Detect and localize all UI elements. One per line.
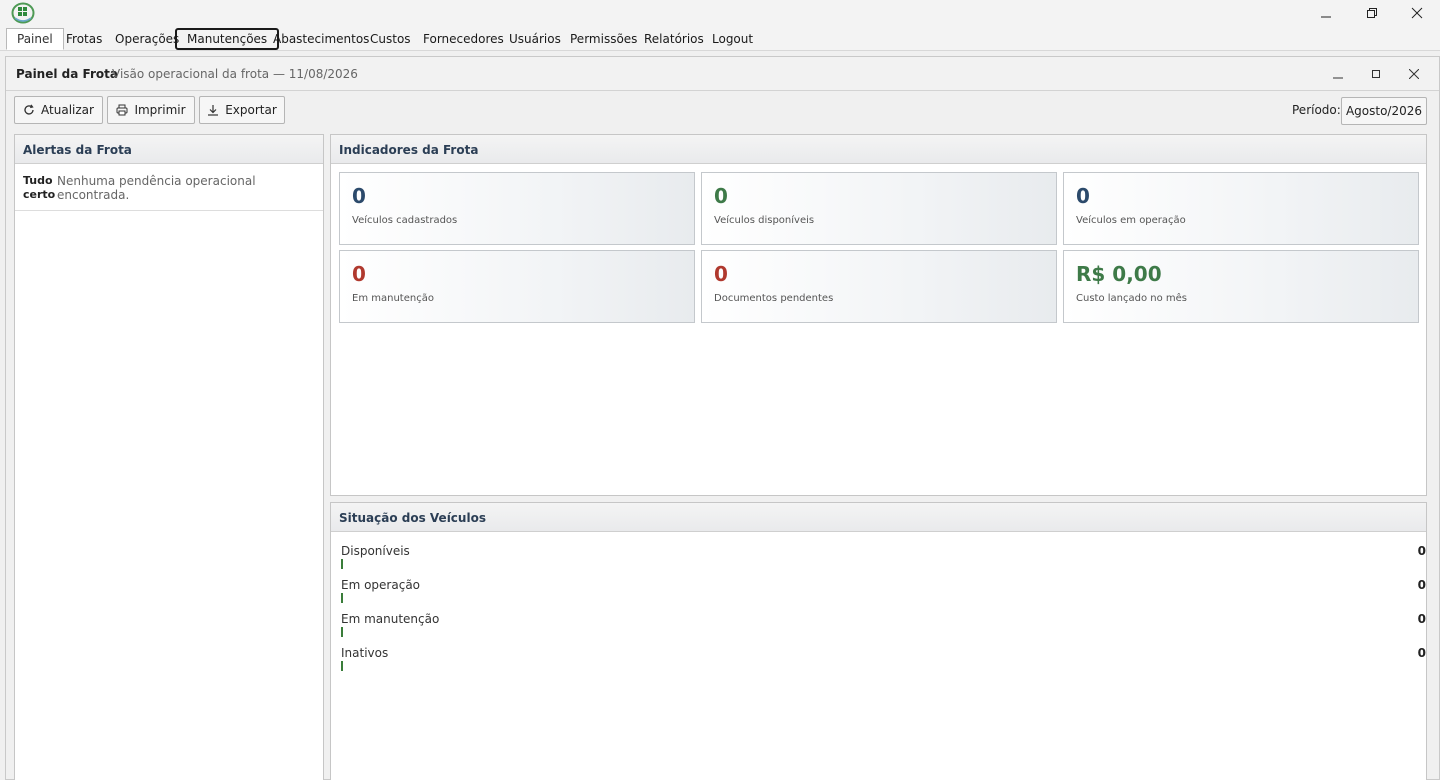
kpi-value: R$ 0,00	[1076, 262, 1162, 286]
kpi-value: 0	[714, 262, 728, 286]
kpi-card: 0 Em manutenção	[339, 250, 695, 323]
status-count: 0	[1417, 578, 1426, 592]
kpi-card: 0 Veículos disponíveis	[701, 172, 1057, 245]
kpi-card: 0 Veículos em operação	[1063, 172, 1419, 245]
status-bar	[341, 559, 343, 569]
dashboard-window: Painel da Frota Visão operacional da fro…	[5, 56, 1440, 780]
alerts-panel: Alertas da Frota Tudo certo Nenhuma pend…	[14, 134, 324, 780]
status-bar	[341, 661, 343, 671]
page-title: Painel da Frota	[16, 67, 118, 81]
status-bar	[341, 627, 343, 637]
status-label: Disponíveis	[341, 544, 410, 558]
kpi-label: Em manutenção	[352, 293, 434, 304]
kpi-label: Veículos em operação	[1076, 215, 1186, 226]
period-label: Período:	[1292, 103, 1341, 117]
export-label: Exportar	[225, 103, 277, 117]
printer-icon	[116, 104, 128, 116]
alert-item-title: Tudo certo	[23, 174, 56, 201]
kpi-value: 0	[1076, 184, 1090, 208]
window-header: Painel da Frota Visão operacional da fro…	[6, 57, 1439, 91]
status-row: Em operação 0	[341, 578, 1426, 610]
kpi-label: Documentos pendentes	[714, 293, 834, 304]
kpi-label: Veículos cadastrados	[352, 215, 458, 226]
alert-item-text: Nenhuma pendência operacional encontrada…	[57, 174, 256, 202]
status-count: 0	[1417, 612, 1426, 626]
inner-minimize-button[interactable]	[1326, 63, 1350, 85]
print-label: Imprimir	[134, 103, 186, 117]
print-button[interactable]: Imprimir	[107, 96, 195, 124]
status-row: Inativos 0	[341, 646, 1426, 678]
status-count: 0	[1417, 646, 1426, 660]
kpi-value: 0	[352, 184, 366, 208]
status-row: Disponíveis 0	[341, 544, 1426, 576]
kpi-card: 0 Veículos cadastrados	[339, 172, 695, 245]
status-label: Inativos	[341, 646, 389, 660]
status-row: Em manutenção 0	[341, 612, 1426, 644]
status-label: Em manutenção	[341, 612, 440, 626]
close-button[interactable]	[1394, 0, 1440, 26]
status-label: Em operação	[341, 578, 421, 592]
indicators-panel: Indicadores da Frota 0 Veículos cadastra…	[330, 134, 1427, 496]
inner-close-button[interactable]	[1402, 63, 1426, 85]
menu-bar: Painel Frotas Operações Manutenções Abas…	[0, 26, 1440, 51]
period-selector[interactable]: Agosto/2026	[1341, 97, 1427, 125]
kpi-value: 0	[352, 262, 366, 286]
status-count: 0	[1417, 544, 1426, 558]
page-subtitle: Visão operacional da frota — 11/08/2026	[112, 67, 358, 81]
alert-item[interactable]: Tudo certo Nenhuma pendência operacional…	[15, 165, 323, 211]
refresh-label: Atualizar	[41, 103, 94, 117]
indicators-panel-title: Indicadores da Frota	[331, 135, 1426, 164]
vehicle-status-panel: Situação dos Veículos Disponíveis 0 Em o…	[330, 502, 1427, 780]
kpi-label: Veículos disponíveis	[714, 215, 815, 226]
title-bar	[0, 0, 1440, 26]
kpi-label: Custo lançado no mês	[1076, 293, 1188, 304]
menu-item-logout[interactable]: Logout	[701, 28, 764, 50]
kpi-card: 0 Documentos pendentes	[701, 250, 1057, 323]
refresh-button[interactable]: Atualizar	[14, 96, 103, 124]
kpi-card: R$ 0,00 Custo lançado no mês	[1063, 250, 1419, 323]
status-bar	[341, 593, 343, 603]
inner-maximize-button[interactable]	[1364, 63, 1388, 85]
kpi-value: 0	[714, 184, 728, 208]
minimize-button[interactable]	[1303, 0, 1349, 26]
app-logo-icon	[11, 2, 35, 24]
vehicle-status-title: Situação dos Veículos	[331, 503, 1426, 532]
refresh-icon	[23, 104, 35, 116]
export-button[interactable]: Exportar	[199, 96, 285, 124]
alerts-panel-title: Alertas da Frota	[15, 135, 323, 164]
restore-button[interactable]	[1349, 0, 1395, 26]
download-icon	[207, 104, 219, 116]
